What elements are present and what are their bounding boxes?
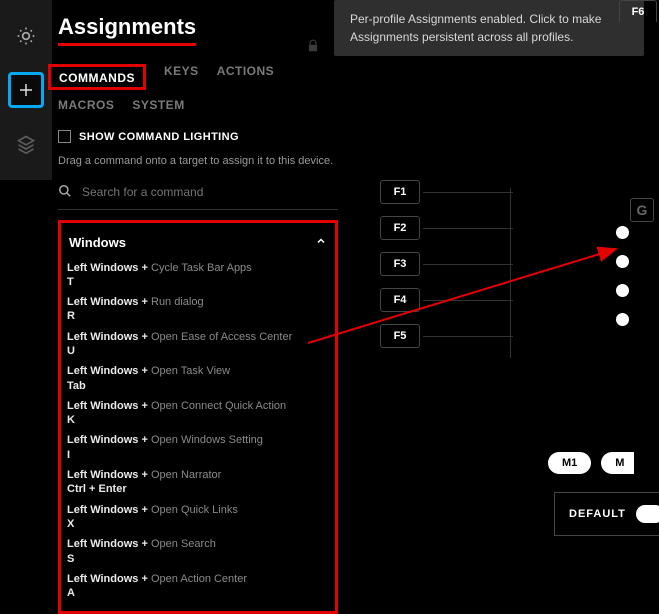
keyboard-fkeys: F1 F2 F3 F4 F5 — [380, 180, 420, 360]
indicator-dot — [616, 255, 629, 268]
command-desc: Open Narrator — [151, 468, 329, 497]
m1-button[interactable]: M1 — [548, 452, 591, 474]
f5-key[interactable]: F5 — [380, 324, 420, 348]
command-desc: Open Windows Setting — [151, 433, 329, 462]
group-header-windows[interactable]: Windows — [67, 231, 329, 258]
command-row[interactable]: Left Windows + TabOpen Task View — [67, 361, 329, 396]
command-row[interactable]: Left Windows + XOpen Quick Links — [67, 500, 329, 535]
show-lighting-row[interactable]: SHOW COMMAND LIGHTING — [58, 130, 338, 143]
f3-key[interactable]: F3 — [380, 252, 420, 276]
indicator-dot — [616, 226, 629, 239]
command-desc: Open Action Center — [151, 572, 329, 601]
command-desc: Open Ease of Access Center — [151, 330, 329, 359]
command-desc: Open Task View — [151, 364, 329, 393]
group-name: Windows — [69, 235, 126, 250]
indicator-dot — [616, 284, 629, 297]
tabs-row-2: MACROS SYSTEM — [58, 98, 338, 112]
f6-key[interactable]: F6 — [619, 0, 657, 22]
layers-icon[interactable] — [8, 126, 44, 162]
annotation-arrow — [300, 235, 640, 355]
command-desc: Open Connect Quick Action — [151, 399, 329, 428]
tab-commands[interactable]: COMMANDS — [59, 71, 135, 85]
default-profile-box[interactable]: DEFAULT — [554, 492, 659, 536]
brightness-icon[interactable] — [8, 18, 44, 54]
command-desc: Open Quick Links — [151, 503, 329, 532]
command-row[interactable]: Left Windows + TCycle Task Bar Apps — [67, 258, 329, 293]
command-desc: Open Search — [151, 537, 329, 566]
command-desc: Cycle Task Bar Apps — [151, 261, 329, 290]
m-buttons: M1 M — [548, 452, 634, 474]
logitech-g-logo: G — [630, 198, 654, 222]
search-icon — [58, 184, 72, 201]
lock-icon[interactable] — [306, 38, 320, 57]
command-row[interactable]: Left Windows + Ctrl + EnterOpen Narrator — [67, 465, 329, 500]
page-title: Assignments — [58, 14, 196, 46]
tabs-row-1: COMMANDS KEYS ACTIONS — [58, 64, 338, 90]
command-key: Left Windows + U — [67, 330, 151, 359]
command-desc: Run dialog — [151, 295, 329, 324]
m-button[interactable]: M — [601, 452, 634, 474]
show-lighting-label: SHOW COMMAND LIGHTING — [79, 131, 239, 143]
indicator-dots — [616, 226, 629, 326]
default-toggle[interactable] — [636, 505, 659, 523]
search-input[interactable] — [82, 185, 338, 199]
indicator-dot — [616, 313, 629, 326]
tab-macros[interactable]: MACROS — [58, 98, 114, 112]
tab-actions[interactable]: ACTIONS — [217, 64, 275, 90]
tab-keys[interactable]: KEYS — [164, 64, 199, 90]
drag-hint: Drag a command onto a target to assign i… — [58, 153, 338, 170]
command-row[interactable]: Left Windows + KOpen Connect Quick Actio… — [67, 396, 329, 431]
connector-line — [510, 188, 511, 358]
commands-highlight: COMMANDS — [48, 64, 146, 90]
chevron-up-icon — [315, 235, 327, 250]
command-key: Left Windows + T — [67, 261, 151, 290]
command-key: Left Windows + I — [67, 433, 151, 462]
command-row[interactable]: Left Windows + UOpen Ease of Access Cent… — [67, 327, 329, 362]
left-rail — [0, 0, 52, 180]
f1-key[interactable]: F1 — [380, 180, 420, 204]
checkbox-unchecked[interactable] — [58, 130, 71, 143]
search-row — [58, 184, 338, 210]
assignments-panel: Assignments COMMANDS KEYS ACTIONS MACROS… — [58, 14, 338, 614]
commands-list: Windows Left Windows + TCycle Task Bar A… — [58, 220, 338, 614]
profile-tooltip: Per-profile Assignments enabled. Click t… — [334, 0, 644, 56]
default-label: DEFAULT — [569, 508, 626, 520]
f2-key[interactable]: F2 — [380, 216, 420, 240]
command-key: Left Windows + R — [67, 295, 151, 324]
command-key: Left Windows + X — [67, 503, 151, 532]
tab-system[interactable]: SYSTEM — [132, 98, 184, 112]
command-key: Left Windows + S — [67, 537, 151, 566]
command-row[interactable]: Left Windows + IOpen Windows Setting — [67, 430, 329, 465]
add-assignment-button[interactable] — [8, 72, 44, 108]
command-row[interactable]: Left Windows + SOpen Search — [67, 534, 329, 569]
f4-key[interactable]: F4 — [380, 288, 420, 312]
command-key: Left Windows + A — [67, 572, 151, 601]
command-row[interactable]: Left Windows + AOpen Action Center — [67, 569, 329, 604]
command-key: Left Windows + Ctrl + Enter — [67, 468, 151, 497]
command-key: Left Windows + Tab — [67, 364, 151, 393]
command-row[interactable]: Left Windows + RRun dialog — [67, 292, 329, 327]
command-key: Left Windows + K — [67, 399, 151, 428]
